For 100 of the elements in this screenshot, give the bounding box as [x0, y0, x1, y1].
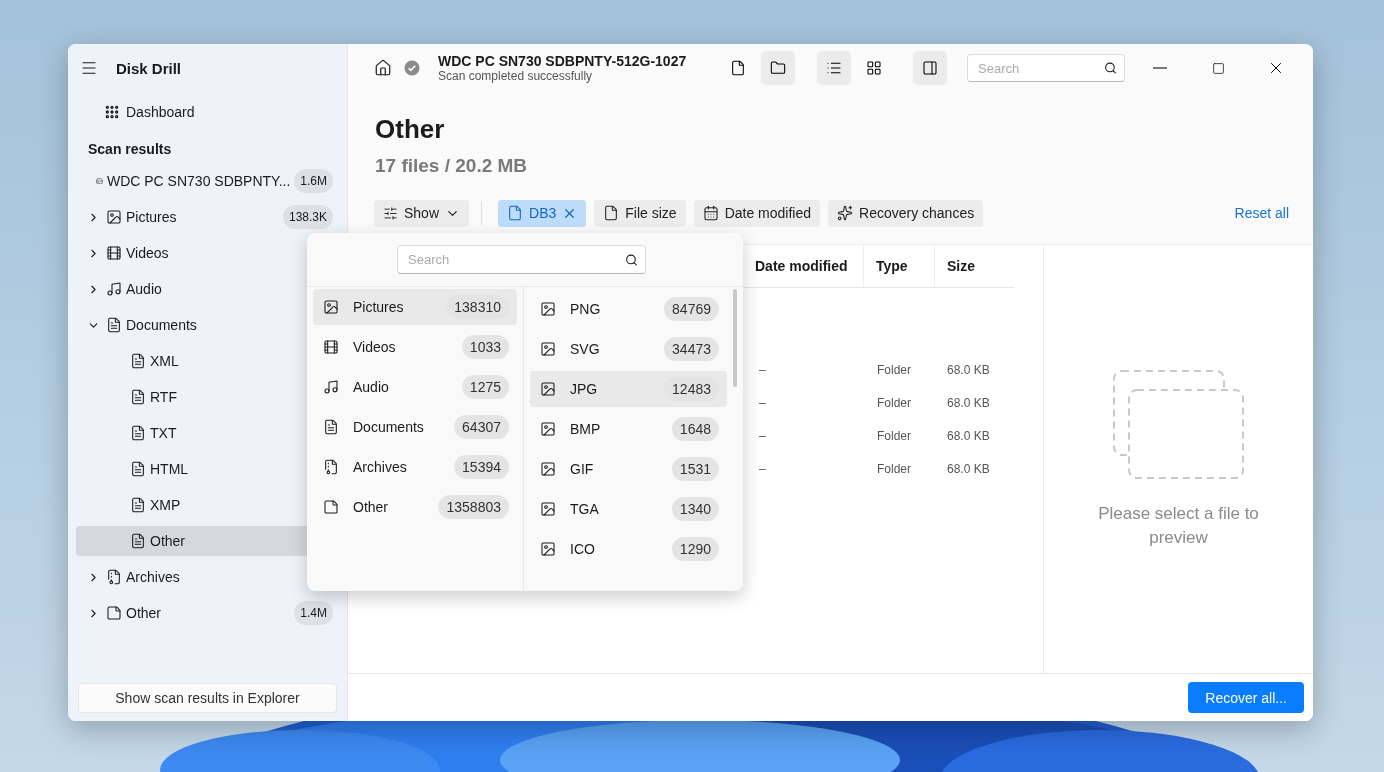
filter-chip[interactable]: File size: [594, 199, 686, 227]
category-label: Pictures: [353, 299, 404, 315]
document-icon: [130, 353, 146, 369]
file-type-label: TGA: [570, 501, 599, 517]
column-header[interactable]: Size: [934, 245, 1014, 288]
sidebar-item-label: TXT: [150, 425, 177, 441]
grid-icon: [866, 60, 882, 76]
search-icon: [1104, 61, 1117, 75]
search-field[interactable]: Search: [967, 54, 1125, 82]
category-item[interactable]: Pictures 138310: [313, 289, 517, 325]
category-label: Other: [353, 499, 388, 515]
device-name: WDC PC SN730 SDBPNTY-512G-1027: [438, 53, 687, 69]
image-icon: [540, 341, 556, 357]
file-type-item[interactable]: TGA 1340: [530, 491, 727, 527]
file-type-label: SVG: [570, 341, 600, 357]
column-header[interactable]: Type: [863, 245, 934, 288]
file-type-item[interactable]: JPG 12483: [530, 371, 727, 407]
file-type-item[interactable]: PNG 84769: [530, 291, 727, 327]
table-cell-text: 68.0 KB: [946, 394, 991, 412]
file-type-item[interactable]: SVG 34473: [530, 331, 727, 367]
show-in-explorer-button[interactable]: Show scan results in Explorer: [78, 683, 337, 713]
file-icon: [603, 205, 620, 221]
sidebar-item-label: HTML: [150, 461, 189, 477]
document-icon: [130, 461, 146, 477]
music-note-icon: [106, 281, 122, 297]
sidebar-item-label: XML: [150, 353, 179, 369]
dashboard-item[interactable]: Dashboard: [76, 92, 339, 132]
image-icon: [540, 501, 556, 517]
sidebar-item-label: Other: [126, 605, 161, 621]
document-icon: [130, 389, 146, 405]
file-type-label: JPG: [570, 381, 598, 397]
search-field[interactable]: Search: [397, 245, 646, 274]
count-badge: 1275: [461, 375, 509, 399]
sidebar-item-label: Pictures: [126, 209, 177, 225]
image-icon: [540, 381, 556, 397]
count-badge: 1340: [671, 497, 719, 521]
count-badge: 1033: [461, 335, 509, 359]
preview-message: Please select a file to preview: [1097, 503, 1260, 549]
count-badge: 1.6M: [294, 169, 333, 193]
sidebar-item[interactable]: Pictures 138.3K: [76, 202, 339, 232]
count-badge: 1531: [671, 457, 719, 481]
show-filter-button[interactable]: Show: [374, 199, 470, 227]
category-item[interactable]: Archives 15394: [313, 449, 517, 485]
sidebar-item-label: Documents: [126, 317, 197, 333]
category-item[interactable]: Other 1358803: [313, 489, 517, 525]
table-cell-text: –: [758, 394, 767, 412]
menu-icon[interactable]: [80, 59, 98, 77]
count-badge: 34473: [664, 337, 719, 361]
category-item[interactable]: Videos 1033: [313, 329, 517, 365]
image-icon: [106, 209, 122, 225]
category-item[interactable]: Documents 64307: [313, 409, 517, 445]
file-type-item[interactable]: GIF 1531: [530, 451, 727, 487]
document-icon: [130, 497, 146, 513]
image-icon: [540, 541, 556, 557]
file-type-label: PNG: [570, 301, 601, 317]
table-cell-text: –: [758, 361, 767, 379]
image-icon: [540, 421, 556, 437]
count-badge: 84769: [664, 297, 719, 321]
section-title: Scan results: [87, 140, 173, 159]
sliders-icon: [383, 205, 398, 221]
scrollbar[interactable]: [733, 289, 737, 387]
count-badge: 1290: [671, 537, 719, 561]
sidebar-item-label: WDC PC SN730 SDBPNTY...: [106, 173, 291, 189]
file-type-item[interactable]: ICO 1290: [530, 531, 727, 567]
filter-chip[interactable]: Date modified: [693, 199, 820, 227]
sidebar-item[interactable]: WDC PC SN730 SDBPNTY... 1.6M: [76, 166, 339, 196]
maximize-icon: [1211, 61, 1225, 75]
filter-chip[interactable]: Recovery chances: [828, 199, 984, 227]
image-icon: [323, 299, 339, 315]
sidebar-item-label: Videos: [126, 245, 169, 261]
recover-all-button[interactable]: Recover all...: [1188, 682, 1304, 713]
file-icon: [730, 60, 746, 76]
dots-grid-icon: [104, 104, 120, 120]
sidebar-item-label: XMP: [150, 497, 181, 513]
file-icon: [507, 205, 524, 221]
dashboard-label: Dashboard: [126, 104, 195, 120]
count-badge: 1.4M: [294, 601, 333, 625]
document-icon: [106, 317, 122, 333]
table-cell-text: –: [758, 427, 767, 445]
toolbar-button[interactable]: [761, 51, 795, 85]
home-icon[interactable]: [374, 59, 392, 77]
sidebar-item[interactable]: Other 1.4M: [76, 598, 339, 628]
page-title: Other: [375, 114, 446, 145]
sparkle-star-icon: [837, 205, 853, 221]
calendar-icon: [702, 205, 719, 221]
check-circle-icon: [404, 60, 420, 76]
film-icon: [323, 339, 339, 355]
minimize-icon: [1153, 67, 1167, 69]
film-icon: [106, 245, 122, 261]
search-icon: [625, 253, 638, 266]
table-cell-text: Folder: [876, 361, 912, 379]
count-badge: 64307: [454, 415, 509, 439]
count-badge: 138.3K: [282, 205, 333, 229]
table-cell-text: Folder: [876, 427, 912, 445]
file-type-item[interactable]: BMP 1648: [530, 411, 727, 447]
reset-all-link[interactable]: Reset all: [1234, 205, 1289, 221]
filter-chip[interactable]: DB3: [498, 199, 587, 227]
category-label: Audio: [353, 379, 389, 395]
category-item[interactable]: Audio 1275: [313, 369, 517, 405]
document-icon: [130, 425, 146, 441]
